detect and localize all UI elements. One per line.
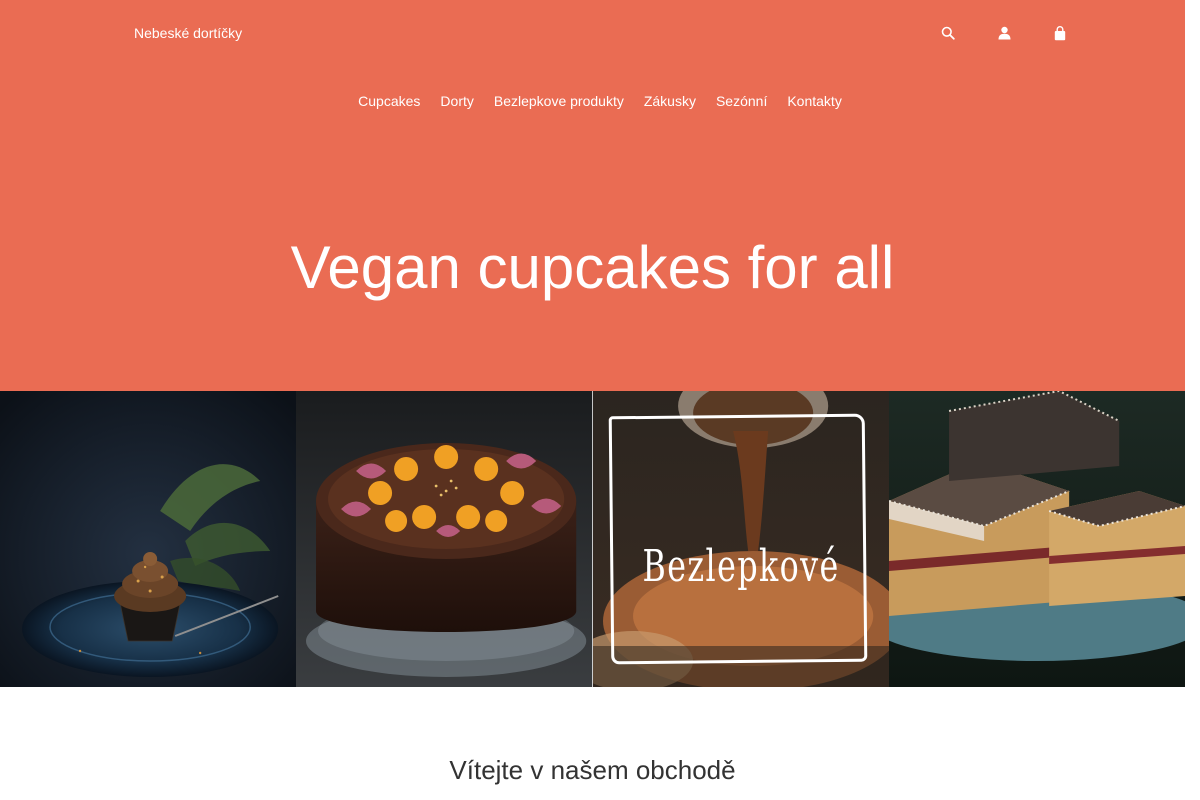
nav-item-dorty[interactable]: Dorty — [440, 93, 473, 109]
tile-cake[interactable] — [296, 391, 593, 687]
nav-item-cupcakes[interactable]: Cupcakes — [358, 93, 420, 109]
site-brand[interactable]: Nebeské dortíčky — [134, 25, 242, 41]
main-nav: Cupcakes Dorty Bezlepkove produkty Zákus… — [0, 93, 1185, 109]
cupcake-image — [0, 391, 297, 687]
tile-gluten-free[interactable]: Bezlepkové — [592, 391, 889, 687]
header-icons — [920, 20, 1088, 46]
nav-item-bezlepkove-produkty[interactable]: Bezlepkove produkty — [494, 93, 624, 109]
tile-caption: Bezlepkové — [642, 541, 840, 592]
welcome-title: Vítejte v našem obchodě — [449, 755, 736, 785]
search-icon-glyph — [941, 26, 955, 40]
user-icon-glyph — [998, 26, 1010, 40]
cart-icon-glyph — [1054, 25, 1066, 40]
nav-item-sezonni[interactable]: Sezónní — [716, 93, 767, 109]
caption-frame — [608, 413, 867, 665]
nav-item-zakusky[interactable]: Zákusky — [644, 93, 696, 109]
nav-item-kontakty[interactable]: Kontakty — [787, 93, 841, 109]
hero-title: Vegan cupcakes for all — [290, 234, 895, 301]
tile-pastry[interactable] — [888, 391, 1185, 687]
hero-header: Nebeské dortíčky Cupcakes Dorty Bezlepko… — [0, 0, 1185, 391]
page: Nebeské dortíčky Cupcakes Dorty Bezlepko… — [0, 0, 1185, 800]
cake-image — [296, 391, 593, 687]
cart-icon[interactable] — [1032, 20, 1088, 46]
user-icon[interactable] — [976, 20, 1032, 46]
pastry-image — [888, 391, 1185, 687]
search-icon[interactable] — [920, 20, 976, 46]
category-tiles: Bezlepkové — [0, 391, 1185, 687]
tile-cupcake[interactable] — [0, 391, 297, 687]
